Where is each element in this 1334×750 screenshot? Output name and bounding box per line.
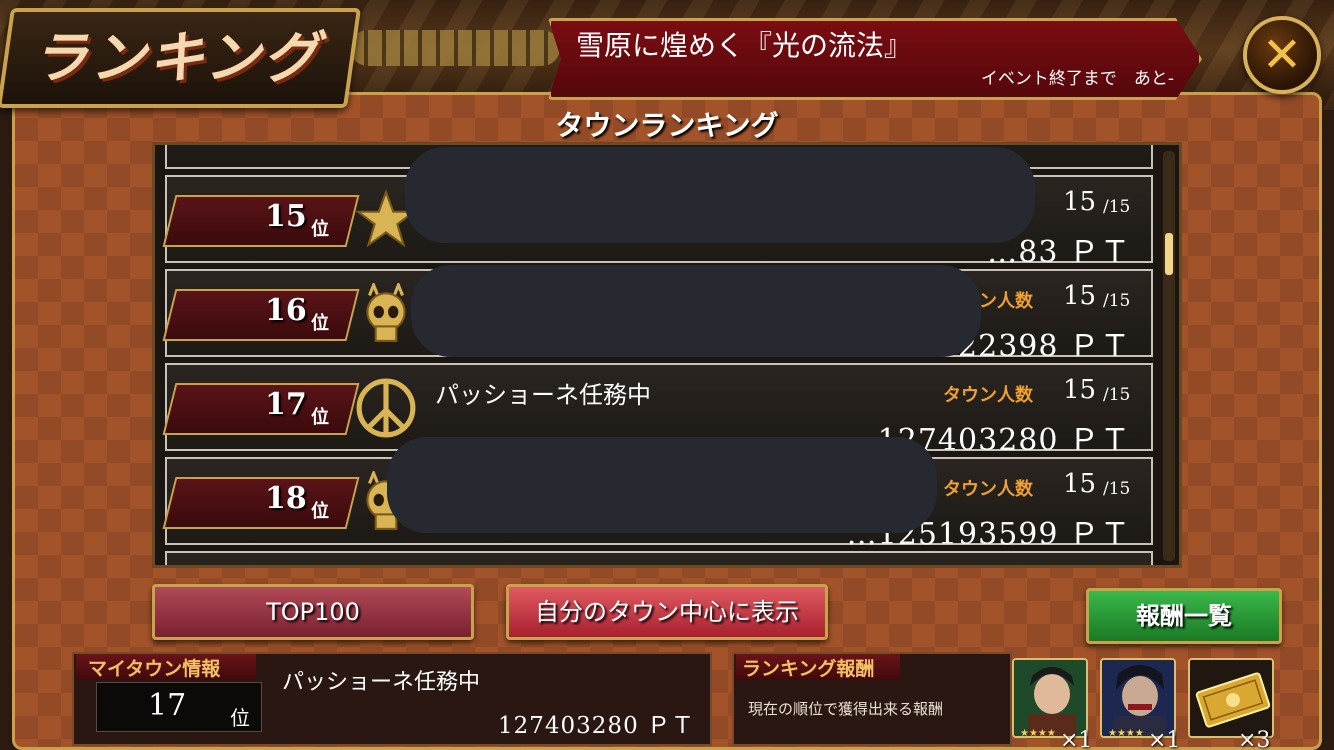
section-title: タウンランキング — [555, 109, 779, 142]
members-label: タウン人数 — [943, 479, 1033, 500]
my-rank-number: 17 — [148, 688, 187, 723]
reward-item[interactable]: ★★★★ — [1012, 658, 1088, 738]
list-item[interactable] — [165, 551, 1153, 565]
svg-text:★★★★: ★★★★ — [1108, 728, 1144, 738]
gold-ticket-icon — [1190, 660, 1272, 736]
reward-list-button[interactable]: 報酬一覧 — [1086, 588, 1282, 644]
reward-quantity: ×1 — [1060, 728, 1093, 750]
rank-tab — [162, 289, 360, 341]
redaction-overlay — [387, 437, 937, 533]
event-title: 雪原に煌めく『光の流法』 — [576, 29, 913, 62]
my-town-name: パッショーネ任務中 — [282, 670, 481, 695]
scrollbar-thumb[interactable] — [1165, 233, 1173, 275]
members-count: 15 — [1063, 375, 1097, 405]
top100-button[interactable]: TOP100 — [152, 584, 474, 640]
rank-suffix: 位 — [311, 501, 329, 522]
ranking-reward-label: ランキング報酬 — [742, 658, 875, 680]
ranking-list[interactable]: 15 位 タウン人数 15 /15 …83 ＰＴ 16 位 タウン人数 15 /… — [152, 142, 1182, 568]
chain-decoration — [350, 30, 560, 66]
page-title: ランキング — [32, 26, 321, 91]
my-rank-suffix: 位 — [230, 706, 250, 730]
rank-number: 18 — [265, 481, 307, 516]
my-town-points: 127403280 ＰＴ — [498, 713, 696, 739]
rank-tab — [162, 383, 360, 435]
reward-item[interactable]: ★★★★ — [1100, 658, 1176, 738]
reward-quantity: ×1 — [1148, 728, 1181, 750]
rank-number: 15 — [265, 199, 307, 234]
rank-tab — [162, 477, 360, 529]
rank-suffix: 位 — [311, 219, 329, 240]
scrollbar-track[interactable] — [1163, 151, 1175, 561]
skull-emblem-icon — [366, 283, 406, 342]
members-count: 15 — [1063, 281, 1097, 311]
members-count: 15 — [1063, 187, 1097, 217]
my-town-center-button[interactable]: 自分のタウン中心に表示 — [506, 584, 828, 640]
rank-number: 16 — [265, 293, 307, 328]
redaction-overlay — [405, 147, 1035, 243]
members-max: /15 — [1103, 385, 1131, 405]
reward-quantity: ×3 — [1238, 728, 1271, 750]
character-card-icon: ★★★★ — [1014, 660, 1086, 738]
rank-tab — [162, 195, 360, 247]
peace-emblem-icon — [356, 378, 416, 438]
rank-suffix: 位 — [311, 407, 329, 428]
members-max: /15 — [1103, 479, 1131, 499]
reward-item[interactable] — [1188, 658, 1274, 738]
event-remaining-time: イベント終了まで あと- — [980, 69, 1174, 89]
close-icon: ✕ — [1261, 27, 1303, 83]
members-label: タウン人数 — [943, 385, 1033, 406]
my-town-info-label: マイタウン情報 — [88, 658, 221, 680]
members-count: 15 — [1063, 469, 1097, 499]
character-card-icon: ★★★★ — [1102, 660, 1174, 738]
ranking-reward-description: 現在の順位で獲得出来る報酬 — [748, 700, 944, 718]
town-name: パッショーネ任務中 — [435, 381, 651, 409]
rank-number: 17 — [265, 387, 307, 422]
svg-text:★★★★: ★★★★ — [1020, 728, 1056, 738]
redaction-overlay — [411, 265, 981, 357]
close-button[interactable]: ✕ — [1243, 16, 1321, 94]
rank-suffix: 位 — [311, 313, 329, 334]
members-max: /15 — [1103, 197, 1131, 217]
members-max: /15 — [1103, 291, 1131, 311]
